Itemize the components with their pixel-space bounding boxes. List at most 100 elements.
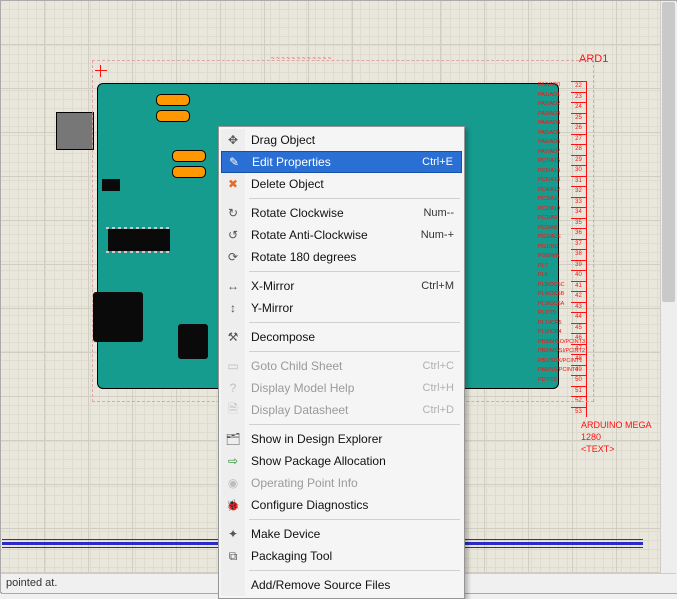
- pin-label: PA3/AD3: [538, 110, 573, 120]
- rotate-ccw-icon: ↺: [225, 227, 241, 243]
- menu-item-decompose[interactable]: ⚒Decompose: [221, 326, 462, 348]
- pin-number: 48: [571, 354, 587, 365]
- menu-item-label: Rotate Anti-Clockwise: [251, 228, 421, 242]
- help-icon: ?: [225, 380, 241, 396]
- pin-number: 38: [571, 249, 587, 260]
- menu-item-label: Operating Point Info: [251, 476, 454, 490]
- pin-number: 32: [571, 186, 587, 197]
- scrollbar-thumb[interactable]: [662, 2, 675, 302]
- menu-item-label: Rotate 180 degrees: [251, 250, 454, 264]
- pin-label: PB1/SCK/PCINT1: [538, 357, 573, 367]
- pin-number: 34: [571, 207, 587, 218]
- rotate-cw-icon: ↻: [225, 205, 241, 221]
- menu-item-drag-object[interactable]: ✥Drag Object: [221, 129, 462, 151]
- menu-separator: [249, 570, 460, 571]
- menu-separator: [249, 519, 460, 520]
- pin-label: PB0/SS/PCINT0: [538, 366, 573, 376]
- menu-item-goto-child-sheet: ▭Goto Child SheetCtrl+C: [221, 355, 462, 377]
- pin-label: PC5/A13: [538, 176, 573, 186]
- menu-item-rotate-180-degrees[interactable]: ⟳Rotate 180 degrees: [221, 246, 462, 268]
- menu-item-label: Show Package Allocation: [251, 454, 454, 468]
- pin-number: 44: [571, 312, 587, 323]
- menu-separator: [249, 271, 460, 272]
- pin-number: 52: [571, 396, 587, 407]
- menu-item-rotate-clockwise[interactable]: ↻Rotate ClockwiseNum--: [221, 202, 462, 224]
- menu-item-shortcut: Ctrl+M: [421, 280, 454, 292]
- menu-item-shortcut: Ctrl+E: [422, 156, 453, 168]
- blank-icon: [225, 577, 241, 593]
- pin-label: PC6/A14: [538, 167, 573, 177]
- menu-item-label: Display Model Help: [251, 381, 423, 395]
- pin-label: PG1/RD: [538, 243, 573, 253]
- pin-label: PC3/A11: [538, 195, 573, 205]
- pin-number: 31: [571, 176, 587, 187]
- origin-marker: [95, 65, 107, 77]
- menu-item-edit-properties[interactable]: ✎Edit PropertiesCtrl+E: [221, 151, 462, 173]
- pin-number: 33: [571, 197, 587, 208]
- pin-label: PA0/AD0: [538, 81, 573, 91]
- pin-number: 36: [571, 228, 587, 239]
- pin-label: PC1/A9: [538, 214, 573, 224]
- mirror-y-icon: ↕: [225, 300, 241, 316]
- menu-item-label: Configure Diagnostics: [251, 498, 454, 512]
- mirror-x-icon: ↔: [225, 278, 241, 294]
- pin-number: 22: [571, 81, 587, 92]
- pin-label: PC7/A15: [538, 157, 573, 167]
- pin-label: PL1/ICP5: [538, 319, 573, 329]
- pin-number: 50: [571, 375, 587, 386]
- menu-item-y-mirror[interactable]: ↕Y-Mirror: [221, 297, 462, 319]
- cap-4: [172, 166, 206, 178]
- pin-number: 39: [571, 260, 587, 271]
- pin-number: 37: [571, 239, 587, 250]
- pin-number: 49: [571, 365, 587, 376]
- menu-item-packaging-tool[interactable]: ⧉Packaging Tool: [221, 545, 462, 567]
- pin-label: PL2/T5: [538, 309, 573, 319]
- pin-label: PL7: [538, 262, 573, 272]
- pin-number: 51: [571, 386, 587, 397]
- menu-item-make-device[interactable]: ✦Make Device: [221, 523, 462, 545]
- status-text: pointed at.: [6, 577, 57, 589]
- pin-number: 41: [571, 281, 587, 292]
- menu-item-x-mirror[interactable]: ↔ X-MirrorCtrl+M: [221, 275, 462, 297]
- menu-item-label: X-Mirror: [251, 279, 421, 293]
- edit-icon: ✎: [226, 154, 242, 170]
- menu-item-delete-object[interactable]: ✖Delete Object: [221, 173, 462, 195]
- menu-item-rotate-anti-clockwise[interactable]: ↺Rotate Anti-ClockwiseNum-+: [221, 224, 462, 246]
- top-pin-marks: ~ ~ ~ ~ ~ ~ ~ ~ ~ ~ ~ ~: [271, 56, 331, 62]
- pin-label: PA7/AD7: [538, 148, 573, 158]
- pin-label: PC4/A12: [538, 186, 573, 196]
- pin-label: PB3/MISO/PCINT3: [538, 338, 573, 348]
- pin-number: 53: [571, 407, 587, 418]
- menu-item-display-model-help: ?Display Model HelpCtrl+H: [221, 377, 462, 399]
- child-icon: ▭: [225, 358, 241, 374]
- pin-numbers-right: 2223242526272829303132333435363738394041…: [571, 81, 587, 417]
- menu-item-show-in-design-explorer[interactable]: 🗂Show in Design Explorer: [221, 428, 462, 450]
- pin-label: PA5/AD5: [538, 129, 573, 139]
- capacitor: [178, 324, 208, 359]
- cap-2: [156, 110, 190, 122]
- menu-item-configure-diagnostics[interactable]: 🐞Configure Diagnostics: [221, 494, 462, 516]
- pin-number: 35: [571, 218, 587, 229]
- menu-item-shortcut: Ctrl+D: [423, 404, 454, 416]
- pin-label: PD7/T0: [538, 376, 573, 386]
- info-icon: ◉: [225, 475, 241, 491]
- menu-item-label: Decompose: [251, 330, 454, 344]
- pin-label: PL4/OC5B: [538, 290, 573, 300]
- cap-1: [156, 94, 190, 106]
- package2-icon: ⧉: [225, 548, 241, 564]
- menu-separator: [249, 322, 460, 323]
- pin-number: 28: [571, 144, 587, 155]
- move-icon: ✥: [225, 132, 241, 148]
- menu-item-label: Display Datasheet: [251, 403, 423, 417]
- vertical-scrollbar[interactable]: [660, 1, 676, 573]
- cap-3: [172, 150, 206, 162]
- pin-labels-right: PA0/AD0PA1/AD1PA2/AD2PA3/AD3PA4/AD4PA5/A…: [538, 81, 573, 389]
- pin-label: PA2/AD2: [538, 100, 573, 110]
- context-menu[interactable]: ✥Drag Object✎Edit PropertiesCtrl+E✖Delet…: [218, 126, 465, 599]
- menu-item-label: Goto Child Sheet: [251, 359, 423, 373]
- menu-item-label: Rotate Clockwise: [251, 206, 423, 220]
- part-text-placeholder: <TEXT>: [581, 443, 660, 455]
- menu-item-show-package-allocation[interactable]: ⇨ Show Package Allocation: [221, 450, 462, 472]
- package-icon: ⇨: [225, 453, 241, 469]
- menu-item-label: Make Device: [251, 527, 454, 541]
